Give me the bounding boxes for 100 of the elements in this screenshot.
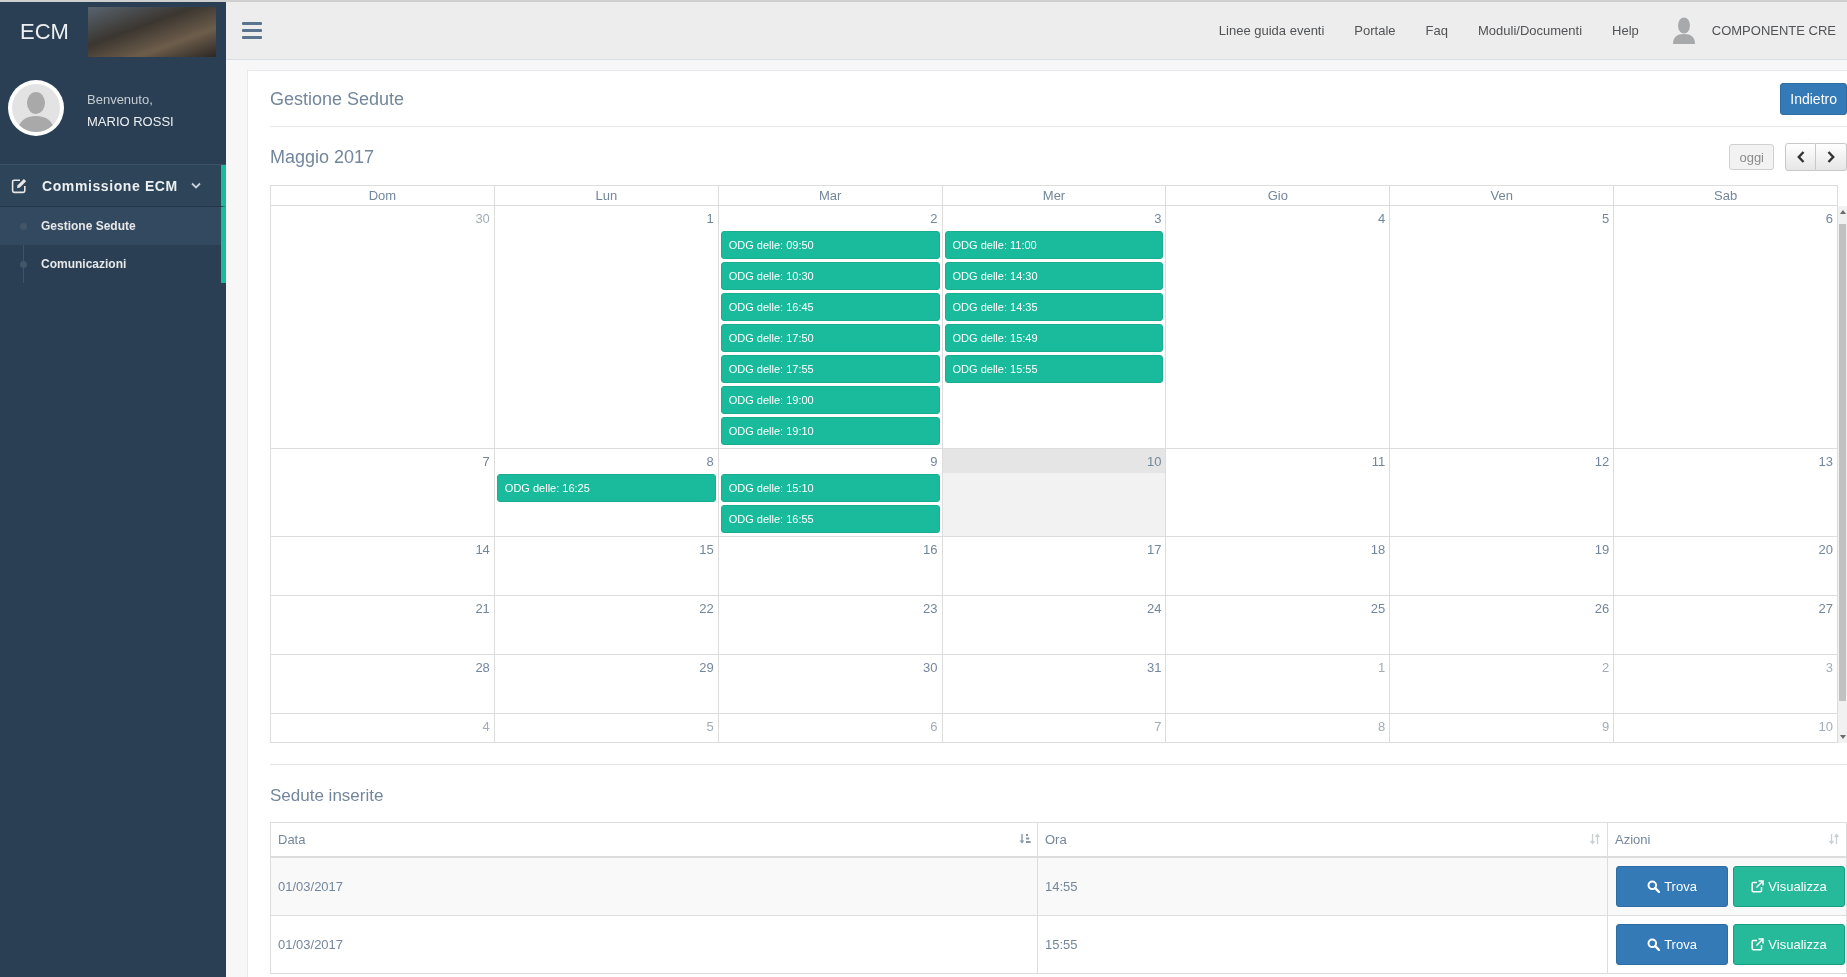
- day-number: 23: [923, 600, 938, 617]
- day-number: 13: [1818, 453, 1833, 470]
- calendar-event[interactable]: ODG delle: 16:45: [720, 293, 940, 321]
- page-title: Gestione Sedute: [270, 88, 405, 110]
- day-number: 30: [475, 210, 490, 227]
- welcome-text: Benvenuto,: [87, 92, 154, 108]
- next-month-button[interactable]: [1816, 143, 1847, 171]
- day-number: 10: [1818, 718, 1833, 735]
- logo-text: ECM: [20, 19, 70, 45]
- find-button[interactable]: Trova: [1616, 923, 1728, 965]
- day-number: 10: [1146, 453, 1162, 470]
- scrollbar[interactable]: [1838, 206, 1847, 743]
- day-number: 20: [1818, 541, 1833, 558]
- day-number: 2: [1601, 659, 1610, 676]
- day-number: 7: [1154, 718, 1162, 735]
- day-number: 3: [1825, 659, 1833, 676]
- user-menu[interactable]: COMPONENTE CRE: [1672, 17, 1836, 44]
- menu-icon[interactable]: [242, 22, 262, 39]
- table-cell: 01/03/2017: [270, 856, 1038, 915]
- external-link-icon: [1751, 879, 1765, 893]
- sidebar-submenu-item[interactable]: Gestione Sedute: [0, 207, 226, 245]
- day-number: 11: [1371, 453, 1386, 470]
- section-title: Sedute inserite: [270, 785, 384, 807]
- day-number: 26: [1594, 600, 1610, 617]
- calendar-event[interactable]: ODG delle: 17:55: [720, 355, 940, 383]
- chevron-down-icon: [191, 182, 201, 189]
- user-name: MARIO ROSSI: [87, 114, 174, 130]
- sort-arrows-icon: [1589, 832, 1601, 845]
- view-button[interactable]: Visualizza: [1733, 923, 1845, 965]
- column-header[interactable]: Azioni: [1607, 822, 1847, 857]
- day-number: 9: [930, 453, 938, 470]
- day-number: 30: [923, 659, 938, 676]
- day-number: 12: [1594, 453, 1610, 470]
- table-cell: 15:55: [1037, 915, 1608, 973]
- calendar-event[interactable]: ODG delle: 14:35: [944, 293, 1164, 321]
- edit-icon: [11, 177, 27, 194]
- day-number: 15: [699, 541, 714, 558]
- day-number: 27: [1818, 600, 1833, 617]
- nav-link[interactable]: Moduli/Documenti: [1477, 23, 1582, 38]
- calendar-event[interactable]: ODG delle: 15:49: [944, 324, 1164, 352]
- external-link-icon: [1751, 937, 1765, 951]
- day-number: 16: [923, 541, 938, 558]
- column-header[interactable]: Ora: [1037, 822, 1608, 857]
- previous-month-button[interactable]: [1785, 143, 1816, 171]
- sidebar-menu-item[interactable]: Commissione ECM: [0, 165, 226, 207]
- day-number: 17: [1146, 541, 1162, 558]
- day-number: 18: [1370, 541, 1386, 558]
- day-number: 31: [1146, 659, 1162, 676]
- day-number: 22: [699, 600, 714, 617]
- day-number: 7: [482, 453, 490, 470]
- day-number: 25: [1370, 600, 1386, 617]
- nav-link[interactable]: Portale: [1354, 23, 1396, 38]
- search-icon: [1647, 937, 1661, 951]
- day-number: 1: [1378, 659, 1386, 676]
- column-header[interactable]: Data: [270, 822, 1038, 857]
- nav-link[interactable]: Faq: [1425, 23, 1448, 38]
- day-number: 5: [706, 718, 714, 735]
- user-silhouette-icon: [1672, 17, 1695, 44]
- day-number: 28: [475, 659, 490, 676]
- day-number: 14: [475, 541, 490, 558]
- day-number: 4: [482, 718, 490, 735]
- day-number: 4: [1378, 210, 1386, 227]
- view-button[interactable]: Visualizza: [1733, 865, 1845, 907]
- day-number: 1: [706, 210, 714, 227]
- day-number: 8: [706, 453, 714, 470]
- day-number: 8: [1378, 718, 1386, 735]
- avatar-silhouette-icon: [8, 80, 64, 136]
- day-number: 29: [699, 659, 714, 676]
- calendar-event[interactable]: ODG delle: 15:55: [944, 355, 1164, 383]
- calendar-event[interactable]: ODG delle: 11:00: [944, 231, 1164, 259]
- day-number: 6: [1825, 210, 1833, 227]
- nav-link[interactable]: Linee guida eventi: [1218, 23, 1325, 38]
- sort-ascending-icon: [1019, 832, 1031, 845]
- day-number: 9: [1601, 718, 1610, 735]
- chevron-left-icon: [1796, 151, 1805, 163]
- day-number: 5: [1601, 210, 1610, 227]
- calendar-event[interactable]: ODG delle: 10:30: [720, 262, 940, 290]
- calendar-event[interactable]: ODG delle: 15:10: [720, 474, 940, 502]
- calendar-title: Maggio 2017: [270, 146, 375, 168]
- find-button[interactable]: Trova: [1616, 865, 1728, 907]
- day-number: 2: [930, 210, 938, 227]
- calendar-event[interactable]: ODG delle: 19:00: [720, 386, 940, 414]
- calendar-event[interactable]: ODG delle: 14:30: [944, 262, 1164, 290]
- sort-arrows-icon: [1828, 832, 1840, 845]
- table-cell: 01/03/2017: [270, 915, 1038, 973]
- calendar-event[interactable]: ODG delle: 16:55: [720, 505, 940, 533]
- day-number: 6: [930, 718, 938, 735]
- calendar-event[interactable]: ODG delle: 09:50: [720, 231, 940, 259]
- search-icon: [1647, 879, 1661, 893]
- back-button[interactable]: Indietro: [1780, 83, 1847, 115]
- nav-link[interactable]: Help: [1612, 23, 1639, 38]
- day-number: 24: [1146, 600, 1162, 617]
- chevron-right-icon: [1827, 151, 1835, 163]
- calendar-event[interactable]: ODG delle: 16:25: [496, 474, 716, 502]
- day-number: 21: [475, 600, 490, 617]
- day-number: 19: [1594, 541, 1610, 558]
- bullet-icon: [20, 260, 27, 268]
- calendar-event[interactable]: ODG delle: 19:10: [720, 417, 940, 445]
- table-cell: 14:55: [1037, 856, 1608, 915]
- calendar-event[interactable]: ODG delle: 17:50: [720, 324, 940, 352]
